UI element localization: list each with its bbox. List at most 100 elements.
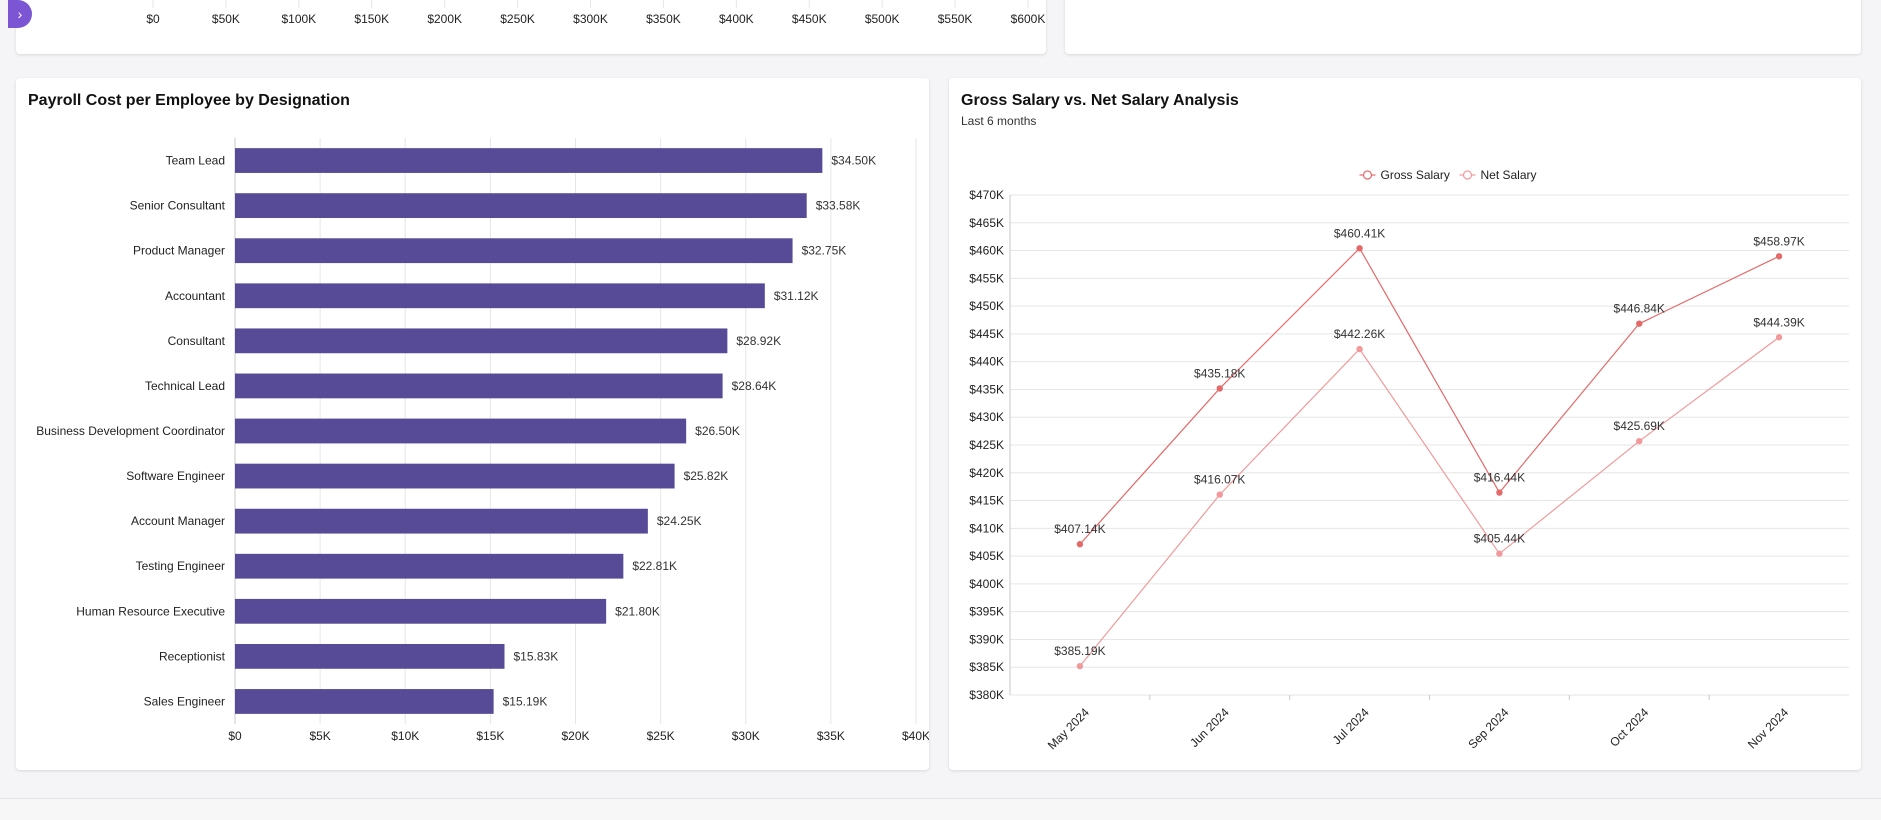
- bar-value-label: $31.12K: [774, 289, 819, 303]
- series-point: [1775, 253, 1783, 260]
- bar: [235, 553, 624, 579]
- series-data-label: $435.18K: [1194, 366, 1245, 380]
- bar-category-label: Technical Lead: [145, 379, 225, 393]
- line-y-tick-label: $380K: [969, 688, 1004, 702]
- top-axis-tick-label: $450K: [792, 12, 827, 26]
- bar-x-tick-label: $30K: [732, 729, 760, 743]
- bar-x-tick-label: $25K: [647, 729, 675, 743]
- line-y-tick-label: $460K: [969, 244, 1004, 258]
- bar-value-label: $32.75K: [802, 244, 847, 258]
- top-axis-tick-label: $200K: [427, 12, 462, 26]
- bar-value-label: $33.58K: [816, 199, 861, 213]
- line-y-tick-label: $415K: [969, 494, 1004, 508]
- payroll-cost-card: Payroll Cost per Employee by Designation…: [16, 78, 929, 770]
- line-x-tick-label: Sep 2024: [1465, 705, 1511, 751]
- bar: [235, 283, 765, 309]
- bar-value-label: $34.50K: [831, 154, 876, 168]
- bar-x-tick-label: $15K: [476, 729, 504, 743]
- line-y-tick-label: $440K: [969, 355, 1004, 369]
- bar-category-label: Product Manager: [133, 244, 225, 258]
- bar-x-tick-label: $20K: [561, 729, 589, 743]
- series-point: [1496, 489, 1503, 496]
- bar-category-label: Senior Consultant: [130, 199, 226, 213]
- top-axis-tick-label: $400K: [719, 12, 754, 26]
- line-y-tick-label: $455K: [969, 271, 1004, 285]
- series-data-label: $407.14K: [1054, 522, 1105, 536]
- series-data-label: $385.19K: [1054, 644, 1105, 658]
- top-axis-tick-label: $600K: [1011, 12, 1046, 26]
- line-y-tick-label: $425K: [969, 438, 1004, 452]
- bar-x-tick-label: $0: [228, 729, 242, 743]
- top-axis-tick-label: $550K: [938, 12, 973, 26]
- bar: [235, 193, 807, 219]
- series-point: [1076, 541, 1084, 548]
- series-point: [1636, 437, 1643, 445]
- footer-bar: [0, 798, 1881, 820]
- series-data-label: $405.44K: [1474, 532, 1525, 546]
- series-point: [1636, 320, 1643, 327]
- bar-value-label: $26.50K: [695, 424, 740, 438]
- bar-value-label: $15.83K: [514, 649, 559, 663]
- series-data-label: $460.41K: [1334, 226, 1385, 240]
- series-point: [1496, 550, 1503, 557]
- series-point: [1775, 334, 1783, 341]
- bar-value-label: $21.80K: [615, 604, 660, 618]
- line-x-tick-label: Jun 2024: [1187, 705, 1232, 750]
- bar: [235, 328, 728, 354]
- bar: [235, 373, 723, 399]
- line-y-tick-label: $395K: [969, 605, 1004, 619]
- line-y-tick-label: $430K: [969, 410, 1004, 424]
- series-data-label: $458.97K: [1753, 234, 1804, 248]
- bar-value-label: $28.92K: [736, 334, 781, 348]
- bar-category-label: Consultant: [168, 334, 226, 348]
- legend-label: Gross Salary: [1381, 168, 1450, 182]
- series-point: [1356, 245, 1363, 252]
- series-data-label: $416.07K: [1194, 473, 1245, 487]
- bar-value-label: $22.81K: [632, 559, 677, 573]
- series-data-label: $442.26K: [1334, 327, 1385, 341]
- top-right-card: [1065, 0, 1861, 54]
- line-y-tick-label: $385K: [969, 660, 1004, 674]
- bar-value-label: $28.64K: [732, 379, 777, 393]
- top-left-card: › $0 $50K $100K $150K $200K $250K $300K $350K $4…: [8, 0, 1046, 54]
- top-axis-tick-label: $500K: [865, 12, 900, 26]
- series-data-label: $446.84K: [1614, 302, 1665, 316]
- bar: [235, 643, 505, 669]
- top-axis-tick-label: $0: [146, 12, 160, 26]
- bar-x-tick-label: $35K: [817, 729, 845, 743]
- legend-label: Net Salary: [1481, 168, 1537, 182]
- bar-category-label: Testing Engineer: [136, 559, 225, 573]
- top-axis-tick-label: $150K: [354, 12, 389, 26]
- bar: [235, 148, 823, 173]
- top-axis-tick-label: $100K: [281, 12, 316, 26]
- series-data-label: $416.44K: [1474, 471, 1525, 485]
- payroll-bar-chart: $0 $5K $10K $15K $20K $25K $30K $35K $40K Team Le…: [36, 138, 929, 743]
- line-y-tick-label: $445K: [969, 327, 1004, 341]
- line-y-tick-label: $390K: [969, 632, 1004, 646]
- line-y-tick-label: $410K: [969, 521, 1004, 535]
- line-y-tick-label: $400K: [969, 577, 1004, 591]
- line-y-tick-label: $420K: [969, 466, 1004, 480]
- bar: [235, 598, 607, 624]
- series-point: [1216, 491, 1223, 498]
- bar-category-label: Software Engineer: [126, 469, 225, 483]
- bar-value-label: $24.25K: [657, 514, 702, 528]
- bar-value-label: $25.82K: [684, 469, 729, 483]
- bar-x-tick-label: $5K: [309, 729, 330, 743]
- series-data-label: $444.39K: [1753, 315, 1804, 329]
- line-y-tick-label: $470K: [969, 188, 1004, 202]
- top-axis-tick-label: $350K: [646, 12, 681, 26]
- bar-x-tick-label: $40K: [902, 729, 929, 743]
- bar-category-label: Accountant: [165, 289, 226, 303]
- line-y-tick-label: $450K: [969, 299, 1004, 313]
- bar-category-label: Sales Engineer: [144, 694, 225, 708]
- top-axis-tick-label: $300K: [573, 12, 608, 26]
- line-y-tick-label: $465K: [969, 216, 1004, 230]
- bar-category-label: Receptionist: [159, 649, 226, 663]
- bar-category-label: Human Resource Executive: [76, 604, 225, 618]
- legend-marker: [1462, 170, 1473, 180]
- line-x-tick-label: Jul 2024: [1330, 705, 1372, 747]
- line-x-tick-label: May 2024: [1045, 705, 1092, 752]
- salary-line-chart: $380K $385K $390K $395K $400K $405K $410K $415K…: [969, 168, 1849, 752]
- line-y-tick-label: $405K: [969, 549, 1004, 563]
